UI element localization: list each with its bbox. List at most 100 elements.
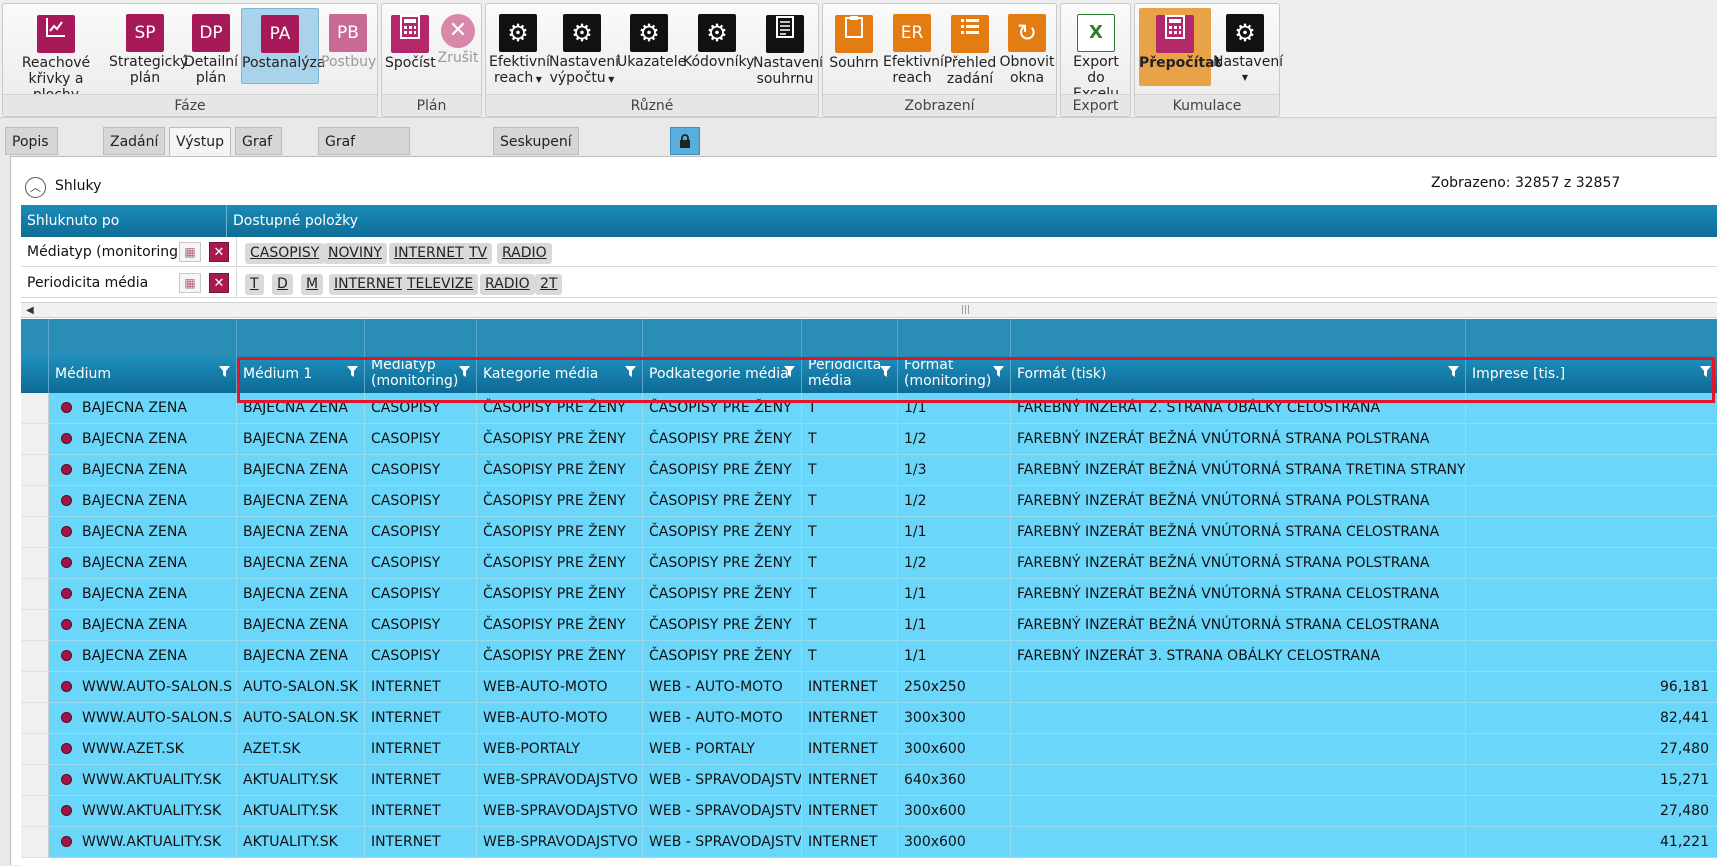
table-row[interactable]: BAJECNA ZENA BAJECNA ZENA CASOPISY ČASOPISY… <box>21 486 1717 517</box>
cluster-edit-button[interactable]: ▦ <box>179 273 201 293</box>
chip-radio[interactable]: RADIO <box>497 243 552 264</box>
row-selector[interactable] <box>21 517 49 548</box>
table-cell[interactable]: WEB - SPRAVODAJSTVO <box>643 796 802 827</box>
table-cell[interactable]: WWW.AKTUALITY.SK <box>49 765 237 796</box>
zrusit-button[interactable]: ✕ Zrušit <box>436 8 480 94</box>
export-excel-button[interactable]: X Export do Excelu <box>1064 8 1128 102</box>
table-cell[interactable]: AKTUALITY.SK <box>237 765 365 796</box>
collapse-toggle[interactable]: ︿ <box>25 177 46 198</box>
table-cell[interactable] <box>1011 734 1466 765</box>
column-header-7[interactable]: Formát (monitoring) <box>898 355 1011 393</box>
table-cell[interactable]: WEB-SPRAVODAJSTVO <box>477 765 643 796</box>
table-row[interactable]: BAJECNA ZENA BAJECNA ZENA CASOPISY ČASOPISY… <box>21 517 1717 548</box>
table-cell[interactable]: 1/1 <box>898 517 1011 548</box>
table-cell[interactable]: CASOPISY <box>365 610 477 641</box>
table-cell[interactable]: ČASOPISY PRE ŽENY <box>643 393 802 424</box>
table-cell[interactable]: T <box>802 579 898 610</box>
row-selector[interactable] <box>21 455 49 486</box>
table-cell[interactable]: CASOPISY <box>365 424 477 455</box>
table-cell[interactable]: BAJECNA ZENA <box>49 393 237 424</box>
row-selector[interactable] <box>21 703 49 734</box>
table-cell[interactable]: AZET.SK <box>237 734 365 765</box>
chip-tv[interactable]: TV <box>464 243 493 264</box>
table-cell[interactable]: ČASOPISY PRE ŽENY <box>477 486 643 517</box>
table-cell[interactable] <box>1466 579 1717 610</box>
table-cell[interactable]: INTERNET <box>802 765 898 796</box>
table-cell[interactable]: BAJECNA ZENA <box>237 610 365 641</box>
table-cell[interactable]: T <box>802 641 898 672</box>
table-cell[interactable]: 1/2 <box>898 548 1011 579</box>
table-cell[interactable]: ČASOPISY PRE ŽENY <box>477 548 643 579</box>
table-cell[interactable] <box>1466 517 1717 548</box>
table-cell[interactable]: INTERNET <box>802 827 898 858</box>
cluster-edit-button[interactable]: ▦ <box>179 242 201 262</box>
row-selector[interactable] <box>21 765 49 796</box>
effective-reach-menu-button[interactable]: ⚙ Efektivní reach ▼ <box>489 8 550 94</box>
table-cell[interactable]: T <box>802 548 898 579</box>
column-header-3[interactable]: Médiatyp (monitoring) <box>365 355 477 393</box>
table-cell[interactable]: FAREBNÝ INZERÁT BEŽNÁ VNÚTORNÁ STRANA PO… <box>1011 424 1466 455</box>
table-cell[interactable]: BAJECNA ZENA <box>49 486 237 517</box>
cluster-remove-button[interactable]: ✕ <box>209 242 229 262</box>
table-cell[interactable]: BAJECNA ZENA <box>237 579 365 610</box>
table-cell[interactable]: INTERNET <box>802 734 898 765</box>
table-cell[interactable]: WEB-SPRAVODAJSTVO <box>477 796 643 827</box>
table-cell[interactable]: 300x600 <box>898 827 1011 858</box>
table-cell[interactable]: WEB-SPRAVODAJSTVO <box>477 827 643 858</box>
row-selector[interactable] <box>21 579 49 610</box>
table-cell[interactable]: INTERNET <box>365 827 477 858</box>
codebooks-button[interactable]: ⚙ Kódovníky <box>683 8 754 94</box>
table-cell[interactable]: INTERNET <box>802 796 898 827</box>
filter-icon[interactable] <box>219 366 230 381</box>
table-cell[interactable]: CASOPISY <box>365 517 477 548</box>
column-header-1[interactable]: Médium <box>49 355 237 393</box>
table-cell[interactable]: 300x300 <box>898 703 1011 734</box>
chip-televize[interactable]: TELEVIZE <box>402 274 479 295</box>
chip-t[interactable]: T <box>245 274 264 295</box>
table-row[interactable]: BAJECNA ZENA BAJECNA ZENA CASOPISY ČASOPISY… <box>21 641 1717 672</box>
table-cell[interactable]: FAREBNÝ INZERÁT 2. STRANA OBÁLKY CELOSTR… <box>1011 393 1466 424</box>
row-selector[interactable] <box>21 796 49 827</box>
table-cell[interactable]: WEB - AUTO-MOTO <box>643 672 802 703</box>
chip-d[interactable]: D <box>272 274 293 295</box>
spocist-button[interactable]: Spočíst <box>385 8 436 94</box>
table-cell[interactable]: ČASOPISY PRE ŽENY <box>477 517 643 548</box>
table-cell[interactable]: FAREBNÝ INZERÁT BEŽNÁ VNÚTORNÁ STRANA PO… <box>1011 486 1466 517</box>
tab-seskupeni[interactable]: Seskupení dle ukazatelů <box>493 127 579 206</box>
table-cell[interactable] <box>1011 796 1466 827</box>
table-cell[interactable]: AKTUALITY.SK <box>237 827 365 858</box>
table-cell[interactable]: BAJECNA ZENA <box>237 641 365 672</box>
table-cell[interactable] <box>1011 672 1466 703</box>
table-row[interactable]: WWW.AKTUALITY.SK AKTUALITY.SK INTERNET WEB-… <box>21 796 1717 827</box>
table-cell[interactable]: T <box>802 424 898 455</box>
chip-2t[interactable]: 2T <box>535 274 563 295</box>
tab-vystup[interactable]: Výstup <box>169 127 232 156</box>
row-selector[interactable] <box>21 393 49 424</box>
table-cell[interactable]: BAJECNA ZENA <box>49 641 237 672</box>
row-selector[interactable] <box>21 610 49 641</box>
table-row[interactable]: BAJECNA ZENA BAJECNA ZENA CASOPISY ČASOPISY… <box>21 393 1717 424</box>
table-cell[interactable]: T <box>802 393 898 424</box>
table-cell[interactable]: T <box>802 486 898 517</box>
table-cell[interactable]: 1/3 <box>898 455 1011 486</box>
filter-icon[interactable] <box>625 366 636 381</box>
tab-zadani[interactable]: Zadání <box>103 127 166 155</box>
table-row[interactable]: BAJECNA ZENA BAJECNA ZENA CASOPISY ČASOPISY… <box>21 610 1717 641</box>
table-row[interactable]: WWW.AUTO-SALON.S AUTO-SALON.SK INTERNET WEB… <box>21 703 1717 734</box>
table-cell[interactable]: 27,480 <box>1466 734 1717 765</box>
table-cell[interactable]: ČASOPISY PRE ŽENY <box>477 424 643 455</box>
postanalysis-button[interactable]: PA Postanalýza <box>241 8 325 84</box>
summary-settings-button[interactable]: Nastavení souhrnu <box>753 8 823 94</box>
chip-internet[interactable]: INTERNET <box>329 274 409 295</box>
table-cell[interactable]: AUTO-SALON.SK <box>237 703 365 734</box>
table-cell[interactable]: BAJECNA ZENA <box>49 579 237 610</box>
table-cell[interactable]: ČASOPISY PRE ŽENY <box>643 486 802 517</box>
filter-icon[interactable] <box>993 366 1004 381</box>
column-header-4[interactable]: Kategorie média <box>477 355 643 393</box>
table-cell[interactable]: BAJECNA ZENA <box>49 548 237 579</box>
chip-casopisy[interactable]: CASOPISY <box>245 243 325 264</box>
table-cell[interactable]: ČASOPISY PRE ŽENY <box>643 455 802 486</box>
table-cell[interactable] <box>1466 455 1717 486</box>
table-cell[interactable]: WEB-AUTO-MOTO <box>477 672 643 703</box>
postbuy-button[interactable]: PB Postbuy <box>321 8 376 94</box>
